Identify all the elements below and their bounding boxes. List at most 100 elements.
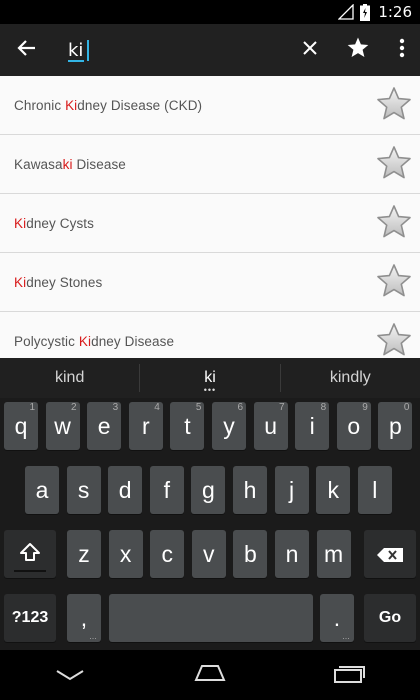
chevron-down-icon: [55, 666, 85, 685]
arrow-left-icon: [17, 38, 37, 62]
suggestion-left[interactable]: kind: [0, 358, 139, 398]
suggestion-right[interactable]: kindly: [281, 358, 420, 398]
key-label: i: [309, 412, 315, 439]
shift-key[interactable]: [4, 530, 56, 578]
result-title: Polycystic Kidney Disease: [14, 333, 175, 349]
key-p[interactable]: p0: [378, 402, 413, 450]
key-label: x: [119, 540, 132, 567]
result-title: Kidney Cysts: [14, 215, 94, 231]
search-action-bar: [0, 24, 420, 76]
list-item[interactable]: Kawasaki Disease: [0, 135, 420, 194]
nav-back-button[interactable]: [30, 650, 110, 700]
key-v[interactable]: v: [191, 530, 226, 578]
key-hint: 2: [71, 402, 77, 413]
key-e[interactable]: e3: [87, 402, 122, 450]
key-label: w: [54, 412, 71, 439]
star-icon[interactable]: [376, 86, 412, 122]
key-label: f: [163, 476, 170, 503]
key-label: s: [77, 476, 90, 503]
search-input[interactable]: [54, 39, 254, 61]
key-hint: 4: [154, 402, 160, 413]
key-u[interactable]: u7: [253, 402, 288, 450]
space-bar[interactable]: [109, 594, 313, 642]
key-t[interactable]: t5: [170, 402, 205, 450]
clear-search-button[interactable]: [288, 24, 332, 76]
backspace-icon: [377, 541, 403, 568]
key-k[interactable]: k: [316, 466, 351, 514]
result-title: Kidney Stones: [14, 274, 103, 290]
nav-home-button[interactable]: [170, 650, 250, 700]
search-results-list: Chronic Kidney Disease (CKD) Kawasaki Di…: [0, 76, 420, 358]
navigation-bar: [0, 650, 420, 700]
key-z[interactable]: z: [67, 530, 101, 578]
list-item[interactable]: Polycystic Kidney Disease: [0, 312, 420, 358]
signal-icon: [338, 4, 354, 20]
soft-keyboard: kind ki ••• kindly q1w2e3r4t5y6u7i8o9p0as…: [0, 358, 420, 650]
key-label: o: [347, 412, 361, 439]
list-item[interactable]: Kidney Cysts: [0, 194, 420, 253]
key-g[interactable]: g: [191, 466, 226, 514]
search-field-container: [54, 24, 288, 76]
suggestion-strip: kind ki ••• kindly: [0, 358, 420, 398]
symbols-key[interactable]: ?123: [4, 594, 56, 642]
key-i[interactable]: i8: [295, 402, 330, 450]
key-a[interactable]: a: [25, 466, 59, 514]
key-label: q: [14, 412, 28, 439]
key-y[interactable]: y6: [212, 402, 246, 450]
key-label: c: [161, 540, 173, 567]
key-hint: 1: [29, 402, 35, 413]
key-l[interactable]: l: [357, 466, 392, 514]
favorites-button[interactable]: [336, 24, 380, 76]
list-item[interactable]: Chronic Kidney Disease (CKD): [0, 76, 420, 135]
key-label: v: [203, 540, 215, 567]
key-label: b: [243, 540, 257, 567]
key-m[interactable]: m: [316, 530, 351, 578]
key-label: d: [118, 476, 132, 503]
key-n[interactable]: n: [275, 530, 309, 578]
period-key[interactable]: .…: [320, 594, 354, 642]
go-key[interactable]: Go: [364, 594, 416, 642]
key-r[interactable]: r4: [128, 402, 163, 450]
key-x[interactable]: x: [108, 530, 143, 578]
key-hint: 3: [112, 402, 119, 413]
key-label: l: [372, 476, 378, 503]
back-button[interactable]: [0, 24, 54, 76]
key-label: r: [141, 412, 150, 439]
overflow-menu-button[interactable]: [384, 24, 420, 76]
key-label: u: [264, 412, 277, 439]
result-title: Kawasaki Disease: [14, 156, 126, 172]
home-icon: [192, 664, 228, 686]
overflow-menu-icon: [399, 38, 405, 62]
comma-key[interactable]: ,…: [67, 594, 101, 642]
key-s[interactable]: s: [66, 466, 101, 514]
star-icon[interactable]: [376, 145, 412, 181]
key-hint: 9: [362, 402, 368, 413]
key-f[interactable]: f: [149, 466, 184, 514]
list-item[interactable]: Kidney Stones: [0, 253, 420, 312]
key-label: k: [327, 476, 339, 503]
clock: 1:26: [378, 3, 412, 21]
key-hint: 6: [237, 402, 243, 413]
key-label: a: [35, 476, 49, 503]
key-h[interactable]: h: [233, 466, 267, 514]
star-icon[interactable]: [376, 322, 412, 358]
key-label: Go: [378, 609, 402, 626]
key-b[interactable]: b: [233, 530, 268, 578]
key-q[interactable]: q1: [4, 402, 38, 450]
key-w[interactable]: w2: [45, 402, 80, 450]
nav-recents-button[interactable]: [310, 650, 390, 700]
key-j[interactable]: j: [274, 466, 309, 514]
key-label: g: [201, 476, 215, 503]
text-cursor: [87, 40, 89, 61]
star-icon[interactable]: [376, 204, 412, 240]
key-c[interactable]: c: [150, 530, 185, 578]
delete-key[interactable]: [364, 530, 416, 578]
shift-icon: [19, 541, 41, 568]
suggestion-center[interactable]: ki •••: [140, 358, 279, 398]
key-o[interactable]: o9: [336, 402, 371, 450]
composing-underline: [68, 60, 84, 62]
key-label: ?123: [11, 609, 49, 626]
key-d[interactable]: d: [108, 466, 143, 514]
star-icon[interactable]: [376, 263, 412, 299]
close-icon: [302, 40, 318, 60]
